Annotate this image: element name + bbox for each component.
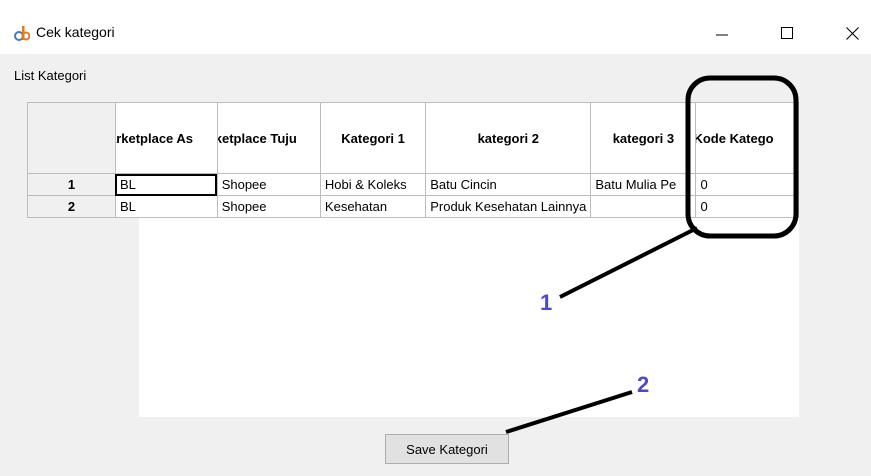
table-cell[interactable] <box>590 195 697 218</box>
table-cell[interactable]: Batu Mulia Pe <box>590 173 697 196</box>
table-cell[interactable]: Produk Kesehatan Lainnya <box>425 195 592 218</box>
close-button[interactable] <box>830 12 871 54</box>
minimize-button[interactable] <box>700 12 744 54</box>
close-icon <box>845 26 859 40</box>
row-number[interactable]: 2 <box>27 195 116 218</box>
maximize-button[interactable] <box>765 12 809 54</box>
table-row[interactable]: 1 BL Shopee Hobi & Koleks Batu Cincin Ba… <box>27 173 799 196</box>
table-cell[interactable]: Shopee <box>216 195 321 218</box>
table-cell[interactable]: Shopee <box>216 173 321 196</box>
table-cell[interactable]: BL <box>114 173 218 196</box>
table-cell[interactable]: BL <box>114 195 218 218</box>
table-cell[interactable]: Hobi & Koleks <box>319 173 427 196</box>
list-kategori-label: List Kategori <box>14 68 87 83</box>
kategori-table-area: arketplace As rketplace Tuju Kategori 1 … <box>27 102 799 417</box>
annotation-number-2: 2 <box>637 372 650 397</box>
kategori-table: arketplace As rketplace Tuju Kategori 1 … <box>27 102 799 218</box>
row-number[interactable]: 1 <box>27 173 116 196</box>
column-header-marketplace-tujuan[interactable]: rketplace Tuju <box>216 102 321 174</box>
column-header-marketplace-asal[interactable]: arketplace As <box>114 102 218 174</box>
table-cell[interactable]: 0 <box>695 173 799 196</box>
save-kategori-button[interactable]: Save Kategori <box>385 434 509 464</box>
column-header-kategori-3[interactable]: kategori 3 <box>590 102 697 174</box>
table-row[interactable]: 2 BL Shopee Kesehatan Produk Kesehatan L… <box>27 195 799 218</box>
window-title: Cek kategori <box>36 24 115 40</box>
top-strip <box>0 0 871 12</box>
table-cell[interactable]: Kesehatan <box>319 195 427 218</box>
title-bar: Cek kategori <box>0 12 871 54</box>
minimize-icon <box>716 34 728 36</box>
annotation-number-1: 1 <box>540 290 553 315</box>
table-cell[interactable]: 0 <box>695 195 799 218</box>
column-header-kategori-1[interactable]: Kategori 1 <box>319 102 427 174</box>
row-header-corner <box>27 102 116 174</box>
column-header-kategori-2[interactable]: kategori 2 <box>425 102 592 174</box>
table-cell[interactable]: Batu Cincin <box>425 173 592 196</box>
maximize-icon <box>781 27 793 39</box>
column-header-kode-kategori[interactable]: Kode Katego <box>695 102 799 174</box>
app-logo-icon <box>14 24 31 42</box>
